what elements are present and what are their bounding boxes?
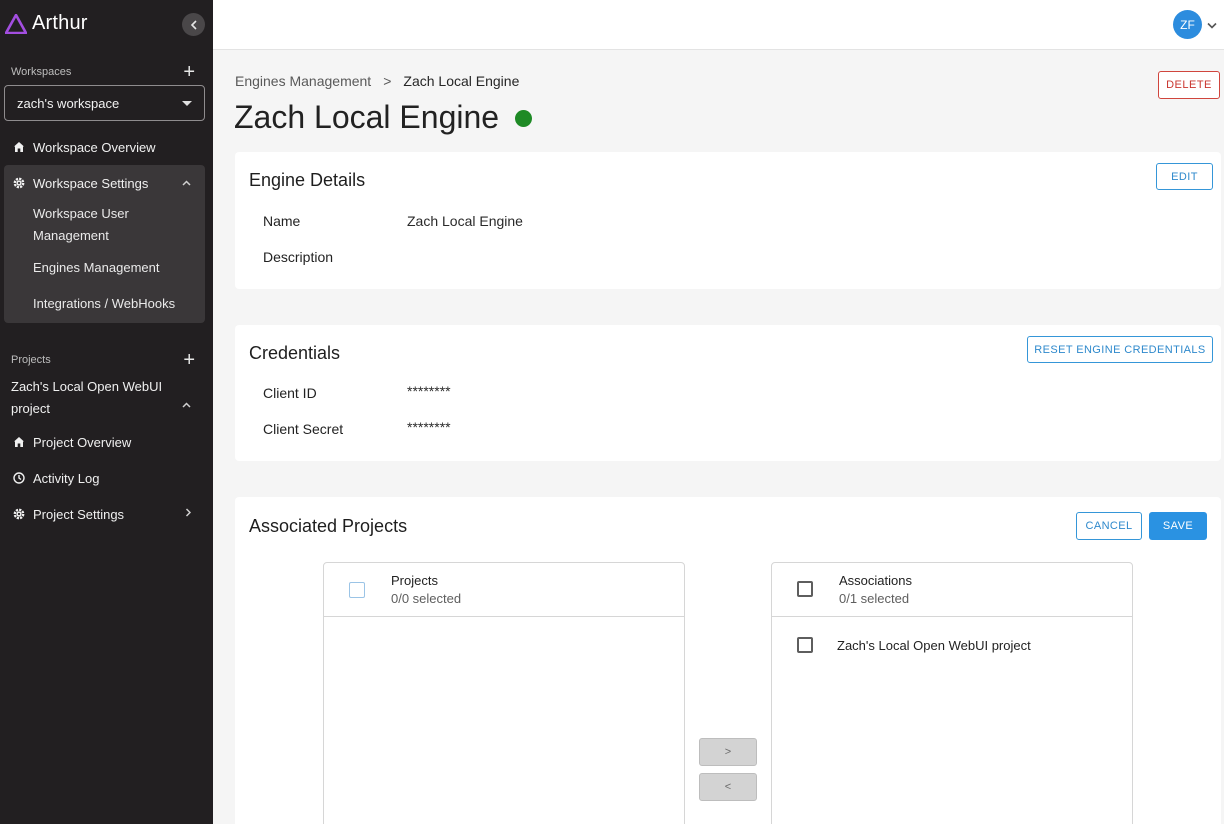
- sidebar-item-label: Project Overview: [33, 434, 132, 450]
- sidebar-item-project-overview[interactable]: Project Overview: [4, 433, 205, 451]
- page-title-text: Zach Local Engine: [234, 99, 500, 135]
- sidebar-item-workspace-settings[interactable]: Workspace Settings: [4, 174, 205, 192]
- description-label: Description: [263, 249, 334, 265]
- sidebar-item-workspace-overview[interactable]: Workspace Overview: [4, 138, 205, 156]
- chevron-down-icon[interactable]: [1207, 16, 1217, 34]
- workspace-select[interactable]: zach's workspace: [4, 85, 205, 121]
- app-name: Arthur: [32, 12, 88, 34]
- associated-projects-title: Associated Projects: [249, 516, 408, 536]
- avatar[interactable]: ZF: [1173, 10, 1202, 39]
- sidebar-item-label: Project Settings: [33, 506, 125, 522]
- logo[interactable]: Arthur: [5, 12, 88, 35]
- breadcrumb-parent-link[interactable]: Engines Management: [235, 73, 371, 89]
- client-secret-value: ********: [407, 419, 451, 435]
- list-item[interactable]: Zach's Local Open WebUI project: [837, 638, 1031, 653]
- credentials-title: Credentials: [249, 343, 341, 363]
- client-id-value: ********: [407, 383, 451, 399]
- home-icon: [12, 436, 25, 449]
- engine-details-title: Engine Details: [249, 170, 366, 190]
- associations-list-header: Associations 0/1 selected: [772, 563, 1132, 617]
- projects-list-title: Projects: [391, 573, 438, 588]
- home-icon: [12, 141, 25, 154]
- projects-selected-count: 0/0 selected: [391, 591, 462, 606]
- sidebar-item-workspace-user-management[interactable]: Workspace User Management: [33, 203, 193, 247]
- reset-engine-credentials-button[interactable]: RESET ENGINE CREDENTIALS: [1027, 336, 1213, 363]
- projects-header: Projects +: [11, 350, 195, 370]
- name-label: Name: [263, 213, 301, 229]
- sidebar-item-label: Workspace Overview: [33, 139, 156, 155]
- association-item-checkbox[interactable]: [797, 637, 813, 653]
- client-secret-label: Client Secret: [263, 421, 344, 437]
- add-workspace-icon[interactable]: +: [183, 62, 195, 82]
- clock-icon: [12, 472, 25, 485]
- associations-list-title: Associations: [839, 573, 912, 588]
- chevron-left-icon: [190, 19, 197, 30]
- breadcrumb: Engines Management > Zach Local Engine: [235, 73, 519, 89]
- caret-down-icon: [182, 100, 192, 106]
- topbar: ZF: [213, 0, 1224, 50]
- workspaces-header: Workspaces +: [11, 62, 195, 82]
- save-button[interactable]: SAVE: [1149, 512, 1207, 540]
- gear-icon: [12, 508, 25, 521]
- sidebar-item-integrations-webhooks[interactable]: Integrations / WebHooks: [33, 293, 193, 315]
- collapse-sidebar-button[interactable]: [182, 13, 205, 36]
- client-id-label: Client ID: [263, 385, 317, 401]
- move-right-button[interactable]: >: [699, 738, 757, 766]
- chevron-up-icon[interactable]: [182, 395, 191, 413]
- associations-transfer-list: Associations 0/1 selected Zach's Local O…: [771, 562, 1133, 824]
- arthur-logo-icon: [5, 13, 27, 34]
- projects-transfer-list: Projects 0/0 selected: [323, 562, 685, 824]
- select-all-associations-checkbox[interactable]: [797, 581, 813, 597]
- sidebar: Arthur Workspaces + zach's workspace Wor…: [0, 0, 213, 824]
- page-title: Zach Local Engine: [234, 99, 533, 136]
- breadcrumb-current: Zach Local Engine: [403, 73, 520, 89]
- gear-icon: [12, 177, 25, 190]
- name-value: Zach Local Engine: [407, 213, 523, 229]
- breadcrumb-separator-icon: >: [383, 73, 392, 89]
- chevron-up-icon: [182, 177, 191, 189]
- delete-button[interactable]: DELETE: [1158, 71, 1220, 99]
- associated-projects-card: Associated Projects CANCEL SAVE Projects…: [235, 497, 1221, 824]
- associations-selected-count: 0/1 selected: [839, 591, 910, 606]
- edit-button[interactable]: EDIT: [1156, 163, 1213, 190]
- add-project-icon[interactable]: +: [183, 350, 195, 370]
- projects-list-header: Projects 0/0 selected: [324, 563, 684, 617]
- cancel-button[interactable]: CANCEL: [1076, 512, 1142, 540]
- chevron-right-icon: [185, 508, 192, 520]
- workspace-select-value: zach's workspace: [17, 95, 120, 111]
- credentials-card: Credentials RESET ENGINE CREDENTIALS Cli…: [235, 325, 1221, 461]
- sidebar-item-activity-log[interactable]: Activity Log: [4, 469, 205, 487]
- projects-label: Projects: [11, 354, 51, 366]
- workspaces-label: Workspaces: [11, 66, 72, 78]
- move-left-button[interactable]: <: [699, 773, 757, 801]
- engine-details-card: Engine Details EDIT Name Zach Local Engi…: [235, 152, 1221, 289]
- sidebar-item-project-settings[interactable]: Project Settings: [4, 505, 205, 523]
- status-indicator: [515, 110, 533, 127]
- select-all-projects-checkbox[interactable]: [349, 582, 365, 598]
- sidebar-item-label: Workspace Settings: [33, 175, 149, 191]
- sidebar-project-name[interactable]: Zach's Local Open WebUI project: [11, 376, 181, 420]
- sidebar-item-engines-management[interactable]: Engines Management: [33, 257, 193, 279]
- sidebar-item-label: Activity Log: [33, 470, 100, 486]
